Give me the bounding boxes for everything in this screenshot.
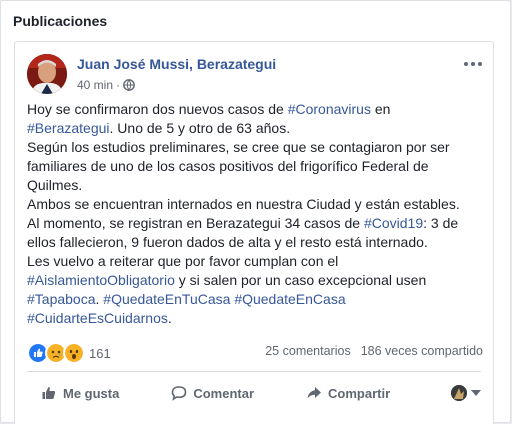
post-text-segment: Les vuelvo a reiterar que por favor cump… — [27, 253, 339, 269]
reactions-summary[interactable]: 161 — [27, 342, 111, 364]
post-text-line: #AislamientoObligatorio y si salen por u… — [27, 271, 483, 290]
hashtag-link[interactable]: #Berazategui — [27, 120, 110, 136]
comment-button[interactable]: Comentar — [171, 385, 254, 401]
post-time[interactable]: 40 min — [77, 78, 113, 92]
hashtag-link[interactable]: #AislamientoObligatorio — [27, 272, 175, 288]
post-text-line: Al momento, se registran en Berazategui … — [27, 214, 483, 233]
post-text-line: Hoy se confirmaron dos nuevos casos de #… — [27, 100, 483, 119]
post-text-line: #Tapaboca. #QuedateEnTuCasa #QuedateEnCa… — [27, 290, 483, 309]
post-text-segment: : 3 de — [423, 215, 459, 231]
user-avatar — [451, 385, 467, 401]
hashtag-link[interactable]: #Tapaboca — [27, 291, 96, 307]
share-icon — [307, 387, 322, 399]
post-text-segment: . Uno de 5 y otro de 63 años. — [109, 120, 291, 136]
more-options-icon[interactable] — [463, 56, 483, 72]
post-text-line: familiares de uno de los casos positivos… — [27, 157, 483, 176]
action-bar: Me gusta Comentar Compartir — [27, 378, 483, 408]
divider — [27, 371, 481, 372]
hashtag-link[interactable]: #CuidarteEsCuidarnos — [27, 310, 168, 326]
post-text-segment: y si salen por un caso excepcional usen — [174, 272, 427, 288]
post-text-line: ellos fallecieron, 9 fueron dados de alt… — [27, 233, 483, 252]
post-text-segment: Ambos se encuentran internados en nuestr… — [27, 196, 460, 212]
hashtag-link[interactable]: #QuedateEnTuCasa — [103, 291, 230, 307]
like-label: Me gusta — [63, 385, 120, 401]
like-button[interactable]: Me gusta — [41, 385, 119, 401]
post-text-line: Quilmes. — [27, 176, 483, 195]
post-text-line: Según los estudios preliminares, se cree… — [27, 138, 483, 157]
avatar-image — [27, 54, 67, 94]
post-text-segment: Hoy se confirmaron dos nuevos casos de — [27, 101, 288, 117]
post-text-line: Les vuelvo a reiterar que por favor cump… — [27, 252, 483, 271]
post-stats: 161 25 comentarios 186 veces compartido — [27, 342, 483, 364]
shares-count[interactable]: 186 veces compartido — [361, 344, 483, 358]
hashtag-link[interactable]: #Covid19 — [364, 215, 423, 231]
hashtag-link[interactable]: #Coronavirus — [288, 101, 371, 117]
post-text-segment: familiares de uno de los casos positivos… — [27, 158, 429, 174]
chevron-down-icon — [471, 390, 481, 396]
comment-icon — [172, 386, 187, 401]
post-text-segment: Según los estudios preliminares, se cree… — [27, 139, 450, 155]
comments-count[interactable]: 25 comentarios — [265, 344, 350, 358]
post-card: Juan José Mussi, Berazategui 40 min · Ho… — [14, 41, 494, 424]
wow-reaction-icon — [63, 342, 85, 364]
post-text-segment: ellos fallecieron, 9 fueron dados de alt… — [27, 234, 428, 250]
engagement-stats: 25 comentarios 186 veces compartido — [265, 344, 483, 358]
publicaciones-section: Publicaciones Juan José Mussi, Berazateg… — [0, 0, 511, 424]
thumbs-up-icon — [42, 387, 56, 399]
post-text-segment: Quilmes. — [27, 177, 83, 193]
share-button[interactable]: Compartir — [306, 385, 390, 401]
share-label: Compartir — [328, 385, 391, 401]
user-avatar-image — [451, 385, 467, 401]
globe-icon — [123, 79, 135, 91]
post-text-line: Ambos se encuentran internados en nuestr… — [27, 195, 483, 214]
hashtag-link[interactable]: #QuedateEnCasa — [234, 291, 345, 307]
post-text-line: #Berazategui. Uno de 5 y otro de 63 años… — [27, 119, 483, 138]
reaction-count: 161 — [89, 345, 111, 361]
author-name[interactable]: Juan José Mussi, Berazategui — [77, 56, 276, 72]
section-title: Publicaciones — [13, 13, 108, 29]
post-text-segment: Al momento, se registran en Berazategui … — [27, 215, 364, 231]
comment-label: Comentar — [193, 385, 255, 401]
post-meta: 40 min · — [77, 78, 135, 92]
post-text: Hoy se confirmaron dos nuevos casos de #… — [27, 100, 483, 328]
post-text-segment: . — [167, 310, 172, 326]
post-text-line: #CuidarteEsCuidarnos. — [27, 309, 483, 328]
audience-selector[interactable] — [451, 385, 481, 401]
post-text-segment: en — [370, 101, 391, 117]
meta-separator: · — [116, 78, 121, 92]
avatar[interactable] — [27, 54, 67, 94]
